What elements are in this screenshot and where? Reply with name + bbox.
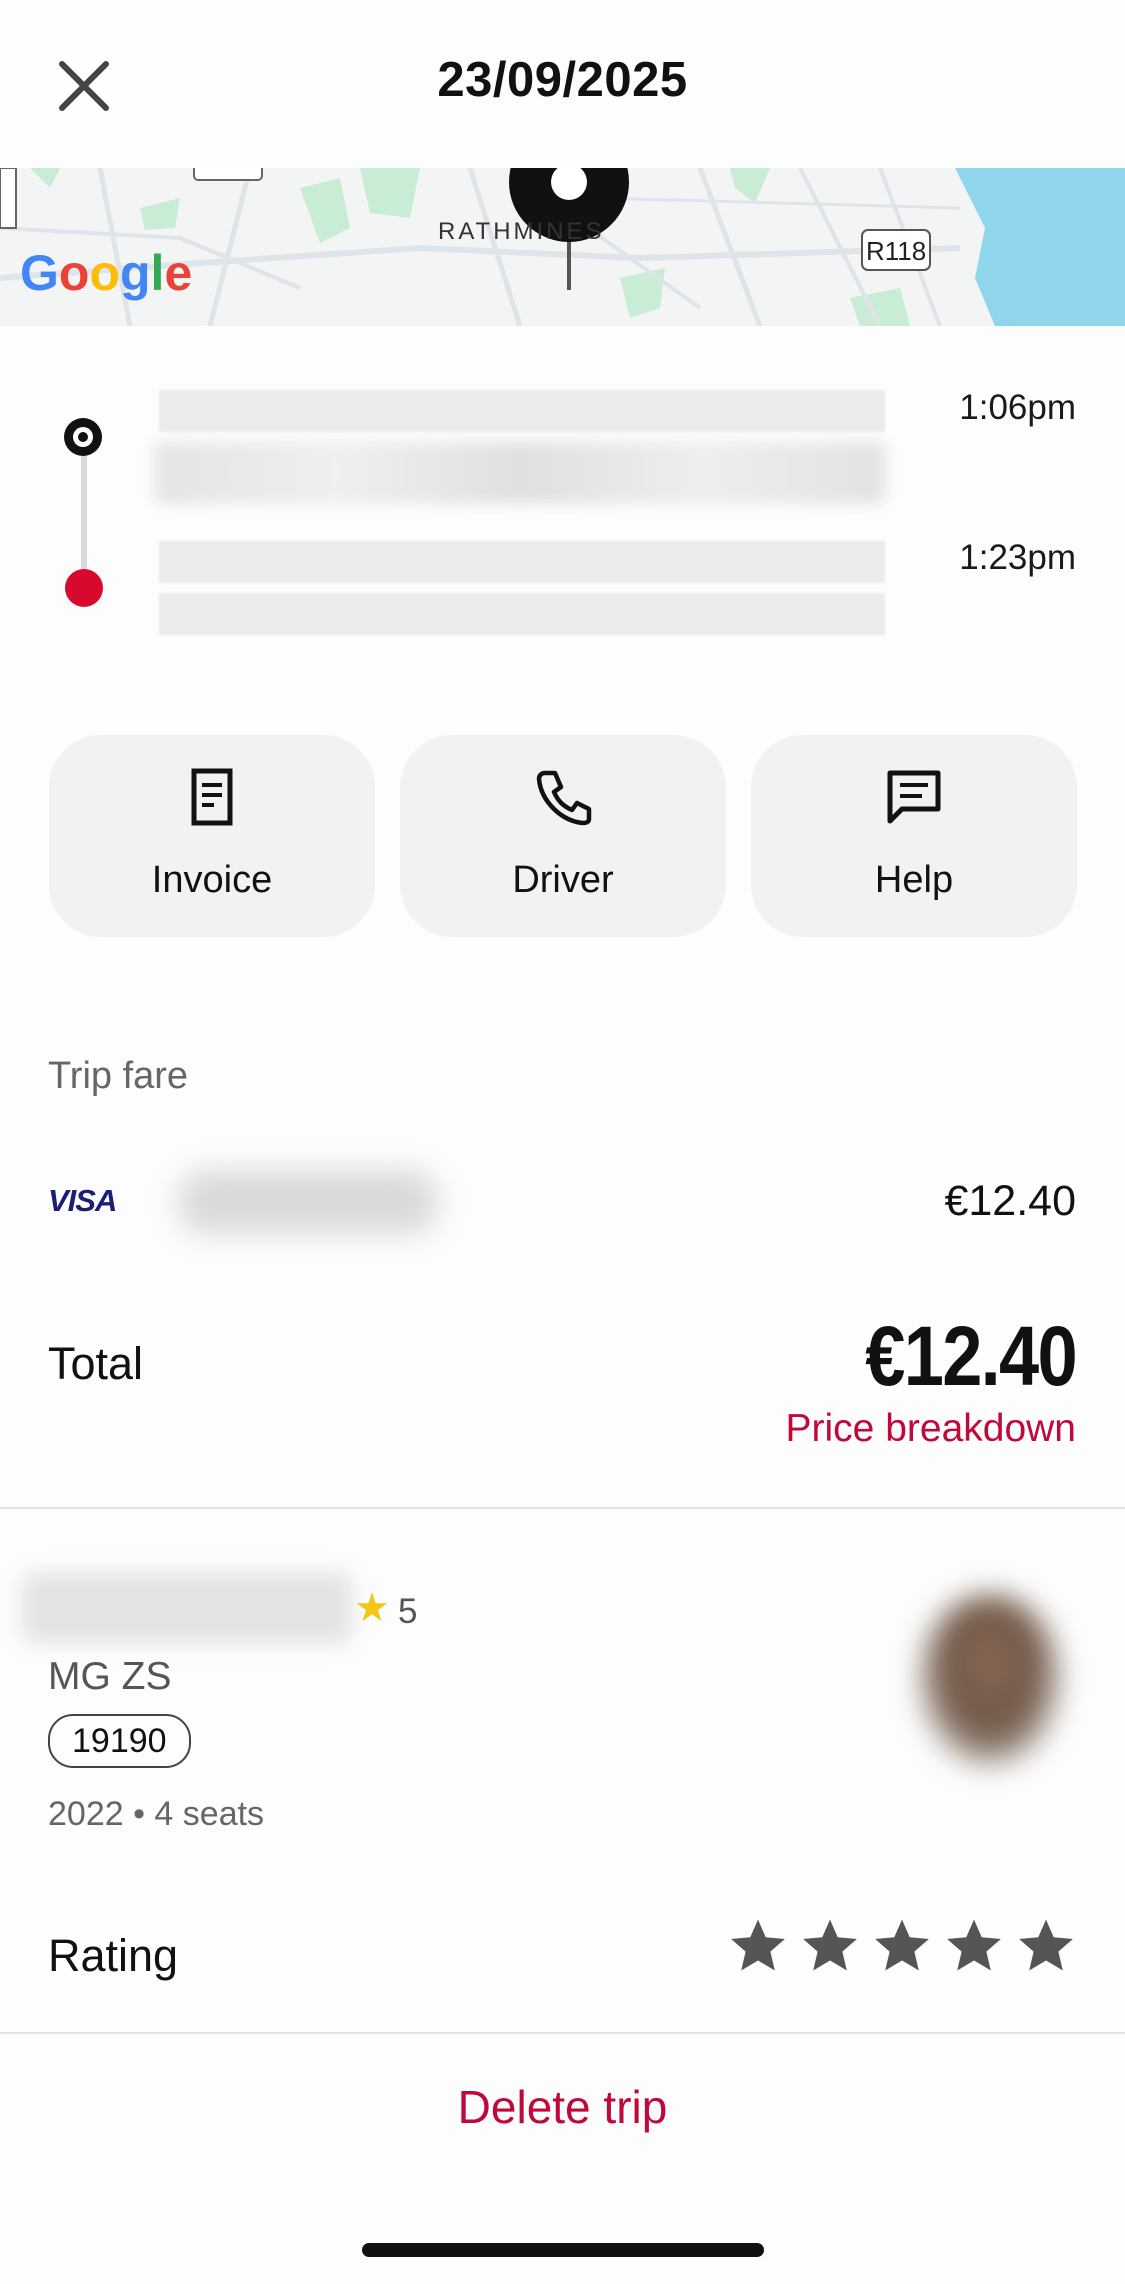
visa-logo: VISA: [48, 1183, 117, 1218]
google-logo: Google: [20, 245, 193, 301]
fare-amount: €12.40: [944, 1177, 1076, 1225]
driver-button[interactable]: Driver: [400, 735, 726, 937]
price-breakdown-link[interactable]: Price breakdown: [786, 1407, 1076, 1451]
rating-star-3-icon[interactable]: [871, 1915, 933, 1977]
invoice-label: Invoice: [151, 859, 273, 901]
total-amount: €12.40: [865, 1309, 1077, 1403]
area-label: RATHMINES: [438, 218, 605, 245]
card-number: [178, 1170, 438, 1234]
dropoff-address-detail: [159, 593, 885, 635]
trip-fare-title: Trip fare: [48, 1055, 189, 1097]
driver-avatar: [920, 1595, 1060, 1765]
driver-label: Driver: [512, 859, 614, 901]
rating-star-4-icon[interactable]: [943, 1915, 1005, 1977]
dropoff-time: 1:23pm: [959, 538, 1076, 577]
pickup-dot-icon: [64, 418, 102, 456]
phone-icon: [536, 770, 592, 826]
home-indicator[interactable]: [362, 2243, 764, 2257]
road-label: R118: [866, 236, 927, 266]
rating-label: Rating: [48, 1930, 179, 1981]
license-plate-badge: 19190: [48, 1714, 191, 1768]
page-title: 23/09/2025: [437, 53, 688, 107]
rating-star-1-icon[interactable]: [727, 1915, 789, 1977]
rating-stars[interactable]: [727, 1915, 1077, 1977]
car-model: MG ZS: [48, 1655, 172, 1698]
help-button[interactable]: Help: [751, 735, 1077, 937]
route-map[interactable]: R118 RATHMINES Google: [0, 168, 1125, 326]
dropoff-dot-icon: [65, 569, 103, 607]
trip-details-sheet: 23/09/2025 R118 RATHMINES Google 1:06pm …: [0, 0, 1125, 2284]
divider: [0, 2032, 1125, 2034]
pickup-address: [159, 390, 885, 432]
pickup-address-detail: [155, 442, 885, 504]
invoice-button[interactable]: Invoice: [49, 735, 375, 937]
chat-icon: [887, 770, 941, 824]
divider: [0, 1507, 1125, 1509]
rating-star-5-icon[interactable]: [1015, 1915, 1077, 1977]
dropoff-address: [159, 541, 885, 583]
star-icon: ★: [354, 1586, 390, 1630]
driver-rating: 5: [398, 1592, 418, 1631]
total-label: Total: [48, 1338, 144, 1389]
document-icon: [191, 768, 233, 826]
driver-name: [22, 1572, 352, 1644]
rating-star-2-icon[interactable]: [799, 1915, 861, 1977]
help-label: Help: [874, 859, 954, 901]
delete-trip-button[interactable]: Delete trip: [0, 2080, 1125, 2134]
car-details: 2022 • 4 seats: [48, 1795, 265, 1833]
pickup-time: 1:06pm: [959, 388, 1076, 427]
